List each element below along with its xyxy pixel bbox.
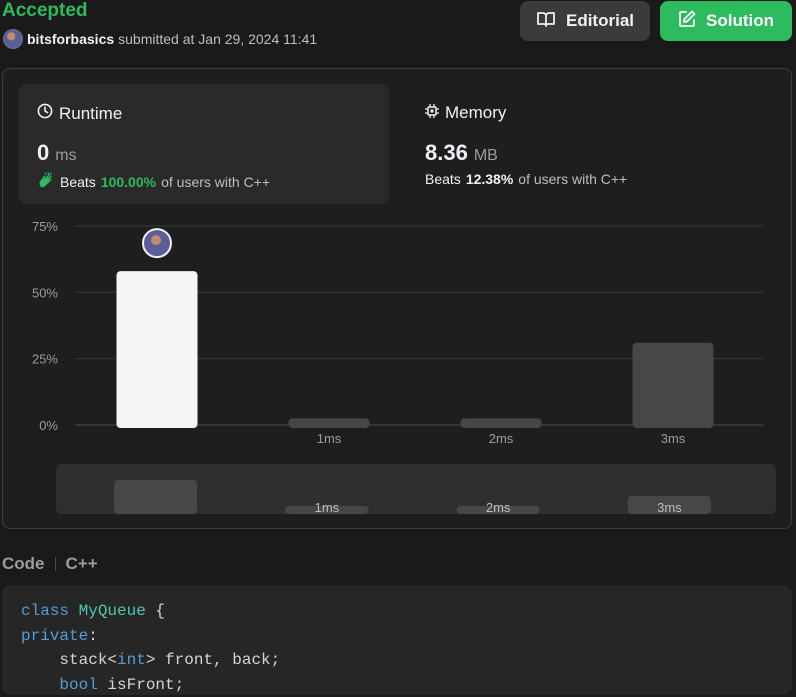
memory-percent: 12.38% [466,171,513,187]
runtime-suffix: of users with C++ [161,174,270,190]
code-line: stack<int> front, back; [21,648,792,673]
code-line: private: [21,624,792,649]
code-block[interactable]: class MyQueue {private: stack<int> front… [2,585,792,695]
memory-number: 8.36 [425,140,468,166]
username-link[interactable]: bitsforbasics [27,31,114,47]
runtime-percent: 100.00% [101,174,156,190]
runtime-beats: Beats 100.00% of users with C++ [37,171,270,192]
solution-label: Solution [706,11,774,31]
book-icon [536,10,556,33]
code-line: class MyQueue { [21,599,792,624]
runtime-value: 0 ms [37,140,77,166]
code-label: Code [2,554,45,574]
clock-icon [37,103,53,124]
runtime-title-label: Runtime [59,104,122,124]
memory-unit: MB [474,147,498,165]
memory-suffix: of users with C++ [518,171,627,187]
memory-beats: Beats 12.38% of users with C++ [425,171,627,187]
submitted-timestamp: submitted at Jan 29, 2024 11:41 [118,31,317,47]
edit-icon [678,10,696,33]
runtime-beats-label: Beats [60,174,96,190]
runtime-unit: ms [55,147,76,165]
avatar[interactable] [3,29,23,49]
memory-title-label: Memory [445,103,506,123]
memory-title: Memory [425,103,506,123]
runtime-number: 0 [37,140,49,166]
code-language: C++ [66,554,98,574]
submitter-info: bitsforbasics submitted at Jan 29, 2024 … [3,29,317,49]
submission-status: Accepted [2,0,88,22]
code-header: Code C++ [2,554,98,574]
editorial-label: Editorial [566,11,634,31]
divider [55,557,56,571]
editorial-button[interactable]: Editorial [520,1,650,41]
chip-icon [425,103,439,123]
memory-beats-label: Beats [425,171,461,187]
solution-button[interactable]: Solution [660,1,792,41]
clap-icon [37,171,55,192]
runtime-title: Runtime [37,103,122,124]
memory-value: 8.36 MB [425,140,498,166]
